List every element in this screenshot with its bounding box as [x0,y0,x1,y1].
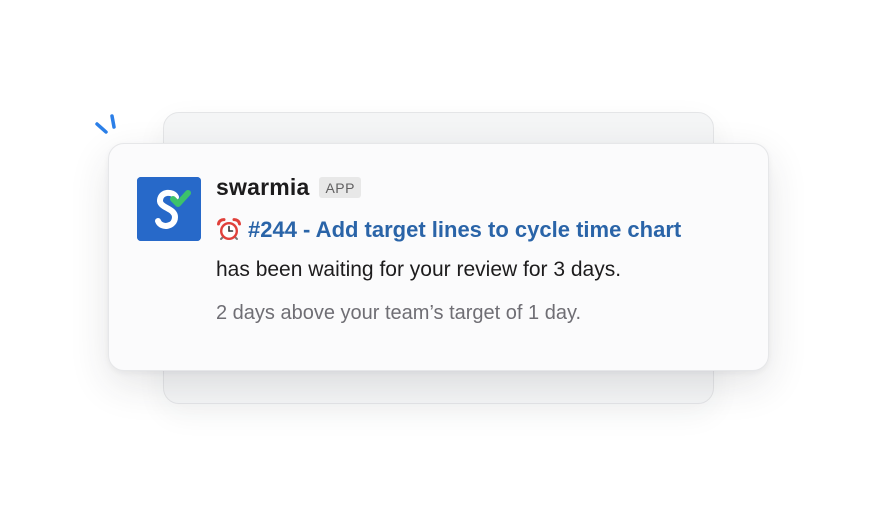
pull-request-title-row: #244 - Add target lines to cycle time ch… [216,217,681,243]
pull-request-link[interactable]: #244 - Add target lines to cycle time ch… [248,217,681,243]
target-status-text: 2 days above your team’s target of 1 day… [216,302,582,324]
message-header: swarmia APP [216,174,361,201]
slack-message-card: swarmia APP #244 - Add target lines to c… [108,143,769,371]
sparkle-icon [93,112,123,142]
app-badge: APP [319,177,361,198]
app-name[interactable]: swarmia [216,174,309,201]
alarm-clock-icon [216,217,242,243]
review-waiting-message: has been waiting for your review for 3 d… [216,258,622,281]
swarmia-logo-icon[interactable] [137,177,201,241]
notification-preview: swarmia APP #244 - Add target lines to c… [0,0,876,510]
